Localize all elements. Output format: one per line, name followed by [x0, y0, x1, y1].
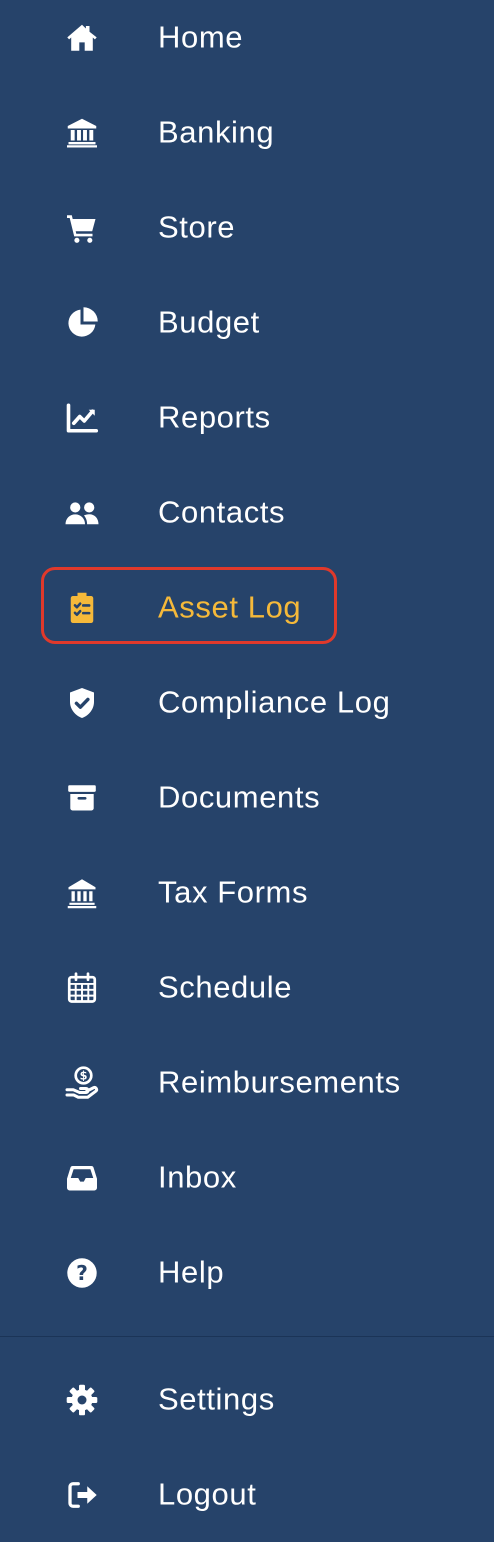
sidebar-item-label: Contacts	[158, 493, 286, 529]
sidebar-item-asset-log[interactable]: Asset Log	[0, 560, 494, 655]
line-chart-icon	[64, 400, 100, 436]
sidebar-item-home[interactable]: Home	[0, 0, 494, 85]
sidebar-item-settings[interactable]: Settings	[0, 1352, 494, 1447]
svg-text:$: $	[80, 1069, 88, 1082]
sidebar-item-label: Schedule	[158, 968, 293, 1004]
sidebar-item-store[interactable]: Store	[0, 180, 494, 275]
sidebar-item-label: Logout	[158, 1475, 257, 1511]
shield-check-icon	[64, 685, 100, 721]
question-circle-icon: ?	[64, 1255, 100, 1291]
sidebar-item-label: Compliance Log	[158, 683, 391, 719]
logout-icon	[64, 1477, 100, 1513]
home-icon	[64, 20, 100, 56]
pie-chart-icon	[64, 305, 100, 341]
sidebar-item-tax-forms[interactable]: Tax Forms	[0, 845, 494, 940]
sidebar-item-banking[interactable]: Banking	[0, 85, 494, 180]
sidebar-item-reimbursements[interactable]: $ Reimbursements	[0, 1035, 494, 1130]
sidebar-item-label: Documents	[158, 778, 321, 814]
sidebar-item-label: Budget	[158, 303, 260, 339]
calendar-icon	[64, 970, 100, 1006]
sidebar-item-help[interactable]: ? Help	[0, 1225, 494, 1320]
clipboard-check-icon	[64, 590, 100, 626]
sidebar-item-contacts[interactable]: Contacts	[0, 465, 494, 560]
landmark-icon	[64, 875, 100, 911]
sidebar-item-label: Asset Log	[158, 588, 302, 624]
sidebar-item-logout[interactable]: Logout	[0, 1447, 494, 1542]
sidebar-item-reports[interactable]: Reports	[0, 370, 494, 465]
inbox-tray-icon	[64, 1160, 100, 1196]
hand-dollar-icon: $	[64, 1065, 100, 1101]
svg-text:?: ?	[76, 1261, 88, 1285]
sidebar-item-label: Settings	[158, 1380, 275, 1416]
sidebar-divider	[0, 1336, 494, 1337]
gear-icon	[64, 1382, 100, 1418]
sidebar-item-documents[interactable]: Documents	[0, 750, 494, 845]
sidebar-item-inbox[interactable]: Inbox	[0, 1130, 494, 1225]
sidebar-item-budget[interactable]: Budget	[0, 275, 494, 370]
sidebar-nav: Home Banking Store Budget Reports Contac…	[0, 0, 494, 1536]
sidebar-item-label: Tax Forms	[158, 873, 309, 909]
sidebar-item-compliance-log[interactable]: Compliance Log	[0, 655, 494, 750]
users-icon	[64, 495, 100, 531]
sidebar-item-label: Inbox	[158, 1158, 237, 1194]
sidebar-item-label: Banking	[158, 113, 275, 149]
sidebar-item-label: Reports	[158, 398, 271, 434]
sidebar-item-label: Reimbursements	[158, 1063, 401, 1099]
cart-icon	[64, 210, 100, 246]
sidebar-item-label: Store	[158, 208, 236, 244]
sidebar-item-label: Help	[158, 1253, 225, 1289]
archive-box-icon	[64, 780, 100, 816]
sidebar-item-schedule[interactable]: Schedule	[0, 940, 494, 1035]
sidebar-item-label: Home	[158, 18, 244, 54]
bank-icon	[64, 115, 100, 151]
